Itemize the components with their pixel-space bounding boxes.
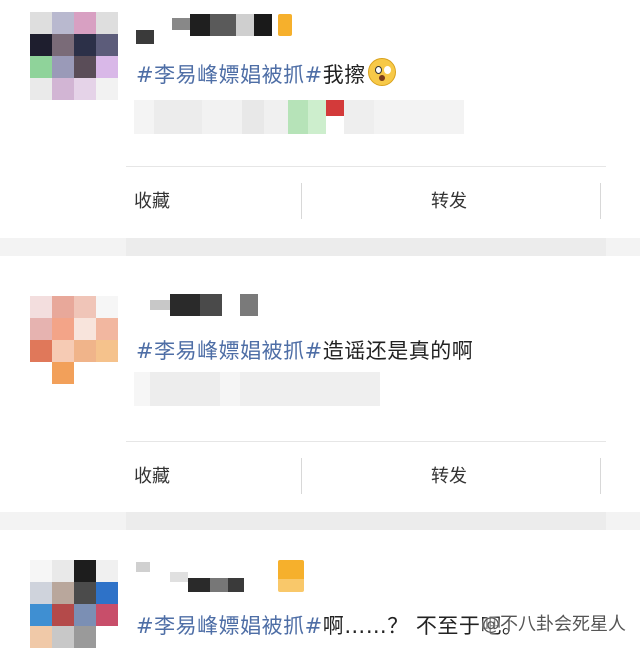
post-meta-pixelated bbox=[134, 100, 464, 134]
vip-badge bbox=[278, 560, 304, 592]
username-pixelated[interactable] bbox=[136, 560, 244, 592]
action-bar: 收藏 转发 bbox=[126, 166, 606, 237]
astonished-face-icon bbox=[367, 58, 396, 86]
watermark: @不八卦会死星人 bbox=[482, 614, 626, 635]
forward-button[interactable]: 转发 bbox=[431, 442, 467, 512]
avatar[interactable] bbox=[30, 296, 118, 384]
separator bbox=[0, 238, 640, 256]
post-text: 我擦 bbox=[322, 63, 366, 87]
hashtag-link[interactable]: #李易峰嫖娼被抓# bbox=[136, 614, 323, 638]
hashtag-link[interactable]: #李易峰嫖娼被抓# bbox=[136, 63, 323, 87]
vip-badge bbox=[278, 14, 292, 36]
divider bbox=[600, 183, 601, 219]
divider bbox=[301, 183, 302, 219]
username-pixelated[interactable] bbox=[136, 14, 272, 44]
separator bbox=[0, 512, 640, 530]
post-meta-pixelated bbox=[134, 372, 380, 406]
post-content: #李易峰嫖娼被抓#啊……？ 不至于吧。 bbox=[136, 610, 523, 640]
forward-button[interactable]: 转发 bbox=[431, 167, 467, 237]
collect-button[interactable]: 收藏 bbox=[134, 167, 170, 237]
avatar[interactable] bbox=[30, 560, 118, 648]
action-bar: 收藏 转发 bbox=[126, 441, 606, 512]
avatar[interactable] bbox=[30, 12, 118, 100]
divider bbox=[600, 458, 601, 494]
collect-button[interactable]: 收藏 bbox=[134, 442, 170, 512]
post-content: #李易峰嫖娼被抓#我擦 bbox=[136, 58, 396, 89]
divider bbox=[301, 458, 302, 494]
post-text: 造谣还是真的啊 bbox=[322, 339, 474, 363]
post-content: #李易峰嫖娼被抓#造谣还是真的啊 bbox=[136, 335, 473, 365]
username-pixelated[interactable] bbox=[150, 294, 258, 316]
hashtag-link[interactable]: #李易峰嫖娼被抓# bbox=[136, 339, 323, 363]
